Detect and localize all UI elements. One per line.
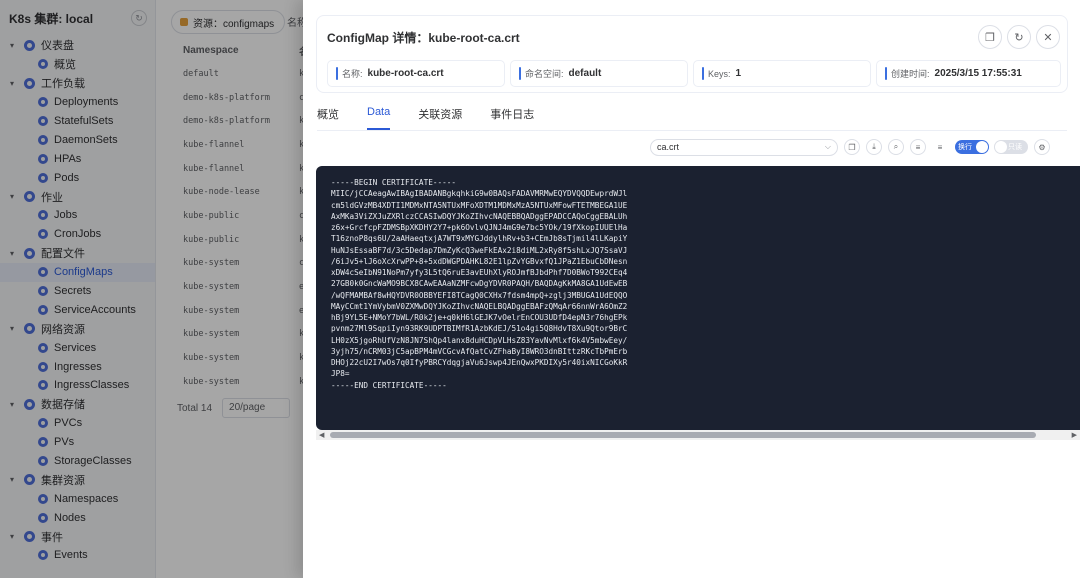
refresh-icon: ↻	[1014, 31, 1024, 44]
info-keys-value: 1	[735, 68, 742, 79]
copy-icon: ❐	[985, 31, 995, 44]
download-icon: ⤓	[872, 142, 876, 151]
modal-overlay[interactable]	[0, 0, 303, 578]
scrollbar-thumb[interactable]	[330, 432, 1036, 438]
tab-related-resources[interactable]: 关联资源	[418, 106, 462, 128]
close-button[interactable]: ✕	[1036, 25, 1060, 49]
search-button[interactable]: ⌕	[888, 139, 904, 155]
close-icon: ✕	[1043, 31, 1053, 44]
info-namespace-label: 命名空间:	[525, 69, 564, 79]
scroll-left-icon[interactable]: ◀	[319, 431, 324, 439]
info-name: 名称: kube-root-ca.crt	[327, 60, 505, 87]
gear-icon: ⚙	[1038, 142, 1046, 152]
copy-button[interactable]: ❐	[978, 25, 1002, 49]
info-namespace-value: default	[568, 68, 602, 79]
info-namespace: 命名空间: default	[510, 60, 688, 87]
tab-overview[interactable]: 概览	[317, 106, 339, 128]
info-created: 创建时间: 2025/3/15 17:55:31	[876, 60, 1061, 87]
wrap-toggle-label: 换行	[958, 144, 972, 151]
copy-data-button[interactable]: ❐	[844, 139, 860, 155]
tab-event-log[interactable]: 事件日志	[490, 106, 534, 128]
data-toolbar: ca.crt ⌵ ❐ ⤓ ⌕ ≡ ≡ 换行 只读 ⚙	[650, 138, 1050, 156]
key-select[interactable]: ca.crt ⌵	[650, 138, 838, 156]
configmap-detail-drawer: ConfigMap 详情：kube-root-ca.crt ❐ ↻ ✕ 名称: …	[303, 0, 1080, 578]
horizontal-scrollbar[interactable]: ◀ ▶	[316, 430, 1080, 440]
list-icon: ≡	[915, 142, 921, 152]
info-name-value: kube-root-ca.crt	[367, 68, 444, 79]
readonly-toggle-label: 只读	[1008, 144, 1022, 151]
code-viewer[interactable]: -----BEGIN CERTIFICATE----- MIIC/jCCAeag…	[316, 166, 1080, 430]
tab-data[interactable]: Data	[367, 106, 391, 130]
settings-button[interactable]: ⚙	[1034, 139, 1050, 155]
search-icon: ⌕	[893, 142, 899, 151]
format-button[interactable]: ≡	[910, 139, 926, 155]
wrap-toggle[interactable]: 换行	[955, 140, 989, 154]
info-keys-label: Keys:	[708, 68, 731, 79]
copy-icon: ❐	[848, 142, 856, 152]
drawer-title: ConfigMap 详情：kube-root-ca.crt	[327, 31, 520, 45]
key-select-value: ca.crt	[657, 142, 680, 152]
chevron-down-icon: ⌵	[824, 142, 831, 151]
menu-icon: ≡	[937, 142, 943, 152]
drawer-header-card: ConfigMap 详情：kube-root-ca.crt ❐ ↻ ✕ 名称: …	[316, 15, 1068, 93]
info-created-value: 2025/3/15 17:55:31	[934, 68, 1022, 79]
scroll-right-icon[interactable]: ▶	[1072, 431, 1077, 439]
info-created-label: 创建时间:	[891, 69, 930, 79]
download-button[interactable]: ⤓	[866, 139, 882, 155]
info-name-label: 名称:	[342, 69, 363, 79]
info-keys: Keys: 1	[693, 60, 871, 87]
menu-button[interactable]: ≡	[932, 139, 948, 155]
refresh-button[interactable]: ↻	[1007, 25, 1031, 49]
readonly-toggle[interactable]: 只读	[994, 140, 1028, 154]
detail-tabs: 概览 Data 关联资源 事件日志	[317, 106, 562, 130]
certificate-text: -----BEGIN CERTIFICATE----- MIIC/jCCAeag…	[331, 178, 628, 390]
